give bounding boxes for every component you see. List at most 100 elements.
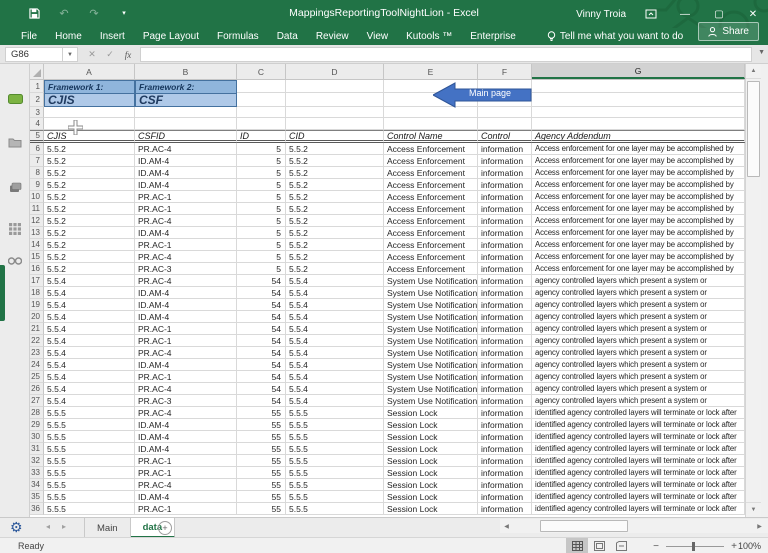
cell-agency-addendum[interactable]: identified agency controlled layers will… [532,467,745,479]
cell-id[interactable]: 54 [237,323,286,335]
cell-cjis[interactable]: 5.5.5 [44,479,135,491]
maximize-button[interactable]: ▢ [710,5,728,23]
row-header[interactable]: 21 [30,323,44,335]
row-header[interactable]: 23 [30,347,44,359]
cell-cid[interactable]: 5.5.4 [286,395,384,407]
cell-control-name[interactable]: System Use Notification [384,287,478,299]
cell-cjis[interactable]: 5.5.2 [44,263,135,275]
cell-cjis[interactable]: 5.5.4 [44,359,135,371]
cell-control[interactable]: information [478,383,532,395]
cell-control[interactable]: information [478,431,532,443]
row-header[interactable]: 10 [30,191,44,203]
cell-cid[interactable]: 5.5.4 [286,275,384,287]
cell-control[interactable]: information [478,455,532,467]
cell-id[interactable]: 55 [237,443,286,455]
formula-input[interactable] [140,47,752,62]
row-header[interactable]: 7 [30,155,44,167]
row-header[interactable]: 13 [30,227,44,239]
cell-csfid[interactable]: ID.AM-4 [135,311,237,323]
binoculars-icon[interactable] [7,254,23,267]
table-header-csfid[interactable]: CSFID [135,130,237,143]
cell-id[interactable]: 55 [237,455,286,467]
horizontal-scrollbar[interactable]: ◀ ▶ [500,519,768,533]
cell-csfid[interactable]: ID.AM-4 [135,491,237,503]
cell-control-name[interactable]: Access Enforcement [384,167,478,179]
cell-cjis[interactable]: 5.5.2 [44,239,135,251]
table-header-agency-addendum[interactable]: Agency Addendum [532,130,745,143]
cell-csfid[interactable]: PR.AC-1 [135,455,237,467]
cell-control[interactable]: information [478,227,532,239]
cell-control[interactable]: information [478,203,532,215]
cell-cjis[interactable]: 5.5.4 [44,311,135,323]
cell-id[interactable]: 54 [237,371,286,383]
cell-control-name[interactable]: Access Enforcement [384,263,478,275]
row-header[interactable]: 27 [30,395,44,407]
cell[interactable] [286,80,384,93]
cell-control[interactable]: information [478,479,532,491]
cell-agency-addendum[interactable]: Access enforcement for one layer may be … [532,263,745,275]
normal-view-icon[interactable] [566,538,588,553]
column-header-f[interactable]: F [478,64,532,79]
cell-agency-addendum[interactable]: Access enforcement for one layer may be … [532,179,745,191]
row-header-4[interactable]: 4 [30,118,44,130]
name-box[interactable]: G86 [5,47,63,62]
cell-agency-addendum[interactable]: Access enforcement for one layer may be … [532,227,745,239]
cell-b2-framework2-value[interactable]: CSF [135,93,237,107]
column-header-e[interactable]: E [384,64,478,79]
cell-id[interactable]: 55 [237,467,286,479]
cell[interactable] [44,107,135,118]
cell-id[interactable]: 54 [237,335,286,347]
row-header[interactable]: 35 [30,491,44,503]
cell-cid[interactable]: 5.5.4 [286,299,384,311]
cell-agency-addendum[interactable]: agency controlled layers which present a… [532,287,745,299]
cell-csfid[interactable]: PR.AC-1 [135,239,237,251]
cell-control-name[interactable]: System Use Notification [384,395,478,407]
column-header-b[interactable]: B [135,64,237,79]
cell[interactable] [384,80,478,93]
cell-control[interactable]: information [478,143,532,155]
cell-id[interactable]: 54 [237,347,286,359]
cell-cid[interactable]: 5.5.4 [286,311,384,323]
formula-bar-expand-icon[interactable]: ▼ [758,49,765,56]
cell[interactable] [478,107,532,118]
cell-control[interactable]: information [478,167,532,179]
cell-csfid[interactable]: PR.AC-1 [135,335,237,347]
cell-id[interactable]: 5 [237,179,286,191]
sheet-tab-main[interactable]: Main [84,518,131,538]
table-header-control-name[interactable]: Control Name [384,130,478,143]
cell-cid[interactable]: 5.5.5 [286,443,384,455]
cell-id[interactable]: 5 [237,239,286,251]
cell-control-name[interactable]: Access Enforcement [384,251,478,263]
cell-id[interactable]: 55 [237,503,286,515]
row-header[interactable]: 17 [30,275,44,287]
cell-csfid[interactable]: ID.AM-4 [135,155,237,167]
cell[interactable] [478,118,532,130]
cell-control-name[interactable]: System Use Notification [384,359,478,371]
cell-csfid[interactable]: ID.AM-4 [135,299,237,311]
cell-cjis[interactable]: 5.5.4 [44,299,135,311]
cell-csfid[interactable]: PR.AC-3 [135,263,237,275]
page-break-view-icon[interactable] [610,538,632,553]
cell-id[interactable]: 5 [237,227,286,239]
cell-csfid[interactable]: ID.AM-4 [135,227,237,239]
cell-cjis[interactable]: 5.5.2 [44,167,135,179]
cell-control[interactable]: information [478,155,532,167]
table-header-cjis[interactable]: CJIS [44,130,135,143]
scroll-down-icon[interactable]: ▼ [746,502,761,517]
cell-agency-addendum[interactable]: identified agency controlled layers will… [532,407,745,419]
cell-cid[interactable]: 5.5.2 [286,191,384,203]
cell-csfid[interactable]: PR.AC-1 [135,503,237,515]
cell-agency-addendum[interactable]: agency controlled layers which present a… [532,275,745,287]
cell-cjis[interactable]: 5.5.2 [44,191,135,203]
cell-control-name[interactable]: System Use Notification [384,275,478,287]
cell-id[interactable]: 55 [237,479,286,491]
column-header-d[interactable]: D [286,64,384,79]
cell-cid[interactable]: 5.5.5 [286,419,384,431]
cell-cjis[interactable]: 5.5.2 [44,227,135,239]
cell-agency-addendum[interactable]: identified agency controlled layers will… [532,479,745,491]
cell-control-name[interactable]: System Use Notification [384,335,478,347]
cell-b1-framework2-label[interactable]: Framework 2: [135,80,237,93]
cell-csfid[interactable]: ID.AM-4 [135,431,237,443]
cell-id[interactable]: 54 [237,287,286,299]
tab-data[interactable]: Data [268,28,307,45]
